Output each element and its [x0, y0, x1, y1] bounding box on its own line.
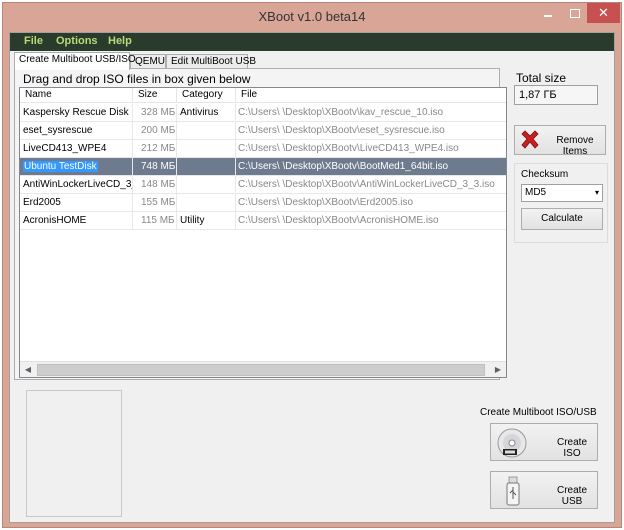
- table-row[interactable]: LiveCD413_WPE4 212 МБ C:\Users\ \Desktop\X…: [20, 140, 506, 158]
- scroll-right-icon[interactable]: ▶: [490, 362, 506, 377]
- cell-file: C:\Users\ \Desktop\XBootv\Erd2005.iso: [238, 197, 414, 208]
- cell-name: AcronisHOME: [20, 212, 133, 229]
- total-size-value: 1,87 ГБ: [514, 85, 598, 105]
- column-category[interactable]: Category: [177, 88, 236, 103]
- cell-size: 212 МБ: [133, 140, 177, 157]
- cell-name: Ubuntu TestDisk: [20, 158, 133, 175]
- create-usb-label: Create USB: [556, 485, 587, 507]
- checksum-select[interactable]: MD5 ▾: [521, 184, 603, 202]
- table-row[interactable]: Erd2005 155 МБ C:\Users\ \Desktop\XBootv\E…: [20, 194, 506, 212]
- checksum-label: Checksum: [521, 169, 569, 180]
- cell-name: Kaspersky Rescue Disk: [20, 104, 133, 121]
- preview-box: [26, 390, 122, 517]
- cell-name: AntiWinLockerLiveCD_3_3: [20, 176, 133, 193]
- checksum-value: MD5: [525, 187, 547, 198]
- total-size-label: Total size: [516, 71, 567, 85]
- usb-drive-icon: [506, 476, 520, 506]
- app-window: XBoot v1.0 beta14 ✕ File Options Help Cr…: [2, 2, 622, 528]
- cell-size: 148 МБ: [133, 176, 177, 193]
- list-header: Name Size Category File: [20, 88, 506, 103]
- cell-size: 155 МБ: [133, 194, 177, 211]
- client-area: File Options Help Create Multiboot USB/I…: [9, 32, 615, 523]
- create-group-label: Create Multiboot ISO/USB: [480, 407, 597, 418]
- menu-bar: File Options Help: [10, 33, 614, 51]
- cell-category: Antivirus: [177, 104, 236, 121]
- create-usb-button[interactable]: Create USB: [490, 471, 598, 509]
- create-iso-button[interactable]: Create ISO: [490, 423, 598, 461]
- cell-file: C:\Users\ \Desktop\XBootv\kav_rescue_10.…: [238, 107, 444, 118]
- menu-file[interactable]: File: [24, 35, 43, 47]
- table-row[interactable]: eset_sysrescue 200 МБ C:\Users\ \Desktop\X…: [20, 122, 506, 140]
- cell-file: C:\Users\ \Desktop\XBootv\LiveCD413_WPE4…: [238, 143, 459, 154]
- tab-create-multiboot[interactable]: Create Multiboot USB/ISO: [14, 52, 136, 70]
- checksum-group: Checksum MD5 ▾ Calculate: [514, 163, 608, 243]
- column-name[interactable]: Name: [20, 88, 133, 103]
- cell-category: [177, 140, 236, 157]
- menu-help[interactable]: Help: [108, 35, 132, 47]
- remove-items-button[interactable]: Remove Items: [514, 125, 606, 157]
- cell-file: C:\Users\ \Desktop\XBootv\BootMed1_64bit…: [238, 161, 449, 172]
- cell-size: 200 МБ: [133, 122, 177, 139]
- cell-name: eset_sysrescue: [20, 122, 133, 139]
- horizontal-scrollbar[interactable]: ◀ ▶: [20, 361, 506, 377]
- scroll-left-icon[interactable]: ◀: [20, 362, 36, 377]
- cell-category: [177, 176, 236, 193]
- table-row[interactable]: AcronisHOME 115 МБ Utility C:\Users\ \Deskt…: [20, 212, 506, 230]
- dvd-icon: [497, 428, 527, 458]
- remove-x-icon: [521, 130, 539, 149]
- maximize-button[interactable]: [561, 3, 587, 23]
- cell-file: C:\Users\ \Desktop\XBootv\AntiWinLockerL…: [238, 179, 495, 190]
- cell-size: 748 МБ: [133, 158, 177, 175]
- title-bar[interactable]: XBoot v1.0 beta14 ✕: [3, 3, 621, 32]
- cell-file: C:\Users\ \Desktop\XBootv\eset_sysrescue…: [238, 125, 445, 136]
- window-title: XBoot v1.0 beta14: [258, 9, 366, 24]
- cell-name: Erd2005: [20, 194, 133, 211]
- chevron-down-icon: ▾: [594, 188, 599, 197]
- column-file[interactable]: File: [236, 88, 506, 103]
- cell-category: [177, 122, 236, 139]
- tab-edit-multiboot[interactable]: Edit MultiBoot USB: [166, 54, 256, 69]
- menu-options[interactable]: Options: [56, 35, 98, 47]
- scroll-thumb[interactable]: [37, 364, 485, 376]
- cell-category: Utility: [177, 212, 236, 229]
- cell-size: 115 МБ: [133, 212, 177, 229]
- cell-file: C:\Users\ \Desktop\XBootv\AcronisHOME.is…: [238, 215, 439, 226]
- minimize-button[interactable]: [535, 3, 561, 23]
- create-iso-label: Create ISO: [556, 437, 587, 459]
- cell-category: [177, 158, 236, 175]
- iso-list[interactable]: Name Size Category File Kaspersky Rescue…: [19, 87, 507, 378]
- close-button[interactable]: ✕: [587, 3, 620, 23]
- remove-items-label: Remove Items: [556, 135, 594, 157]
- column-size[interactable]: Size: [133, 88, 177, 103]
- calculate-button[interactable]: Calculate: [521, 208, 603, 230]
- table-row[interactable]: Kaspersky Rescue Disk 328 МБ Antivirus C:\U…: [20, 104, 506, 122]
- table-row[interactable]: Ubuntu TestDisk 748 МБ C:\Users\ \Desktop\…: [20, 158, 506, 176]
- cell-category: [177, 194, 236, 211]
- table-row[interactable]: AntiWinLockerLiveCD_3_3 148 МБ C:\Users\ \…: [20, 176, 506, 194]
- iso-panel: Drag and drop ISO files in box given bel…: [14, 68, 507, 380]
- drag-drop-label: Drag and drop ISO files in box given bel…: [23, 72, 251, 86]
- cell-name: LiveCD413_WPE4: [20, 140, 133, 157]
- cell-size: 328 МБ: [133, 104, 177, 121]
- create-group: Create Multiboot ISO/USB Create ISO Crea…: [480, 405, 606, 519]
